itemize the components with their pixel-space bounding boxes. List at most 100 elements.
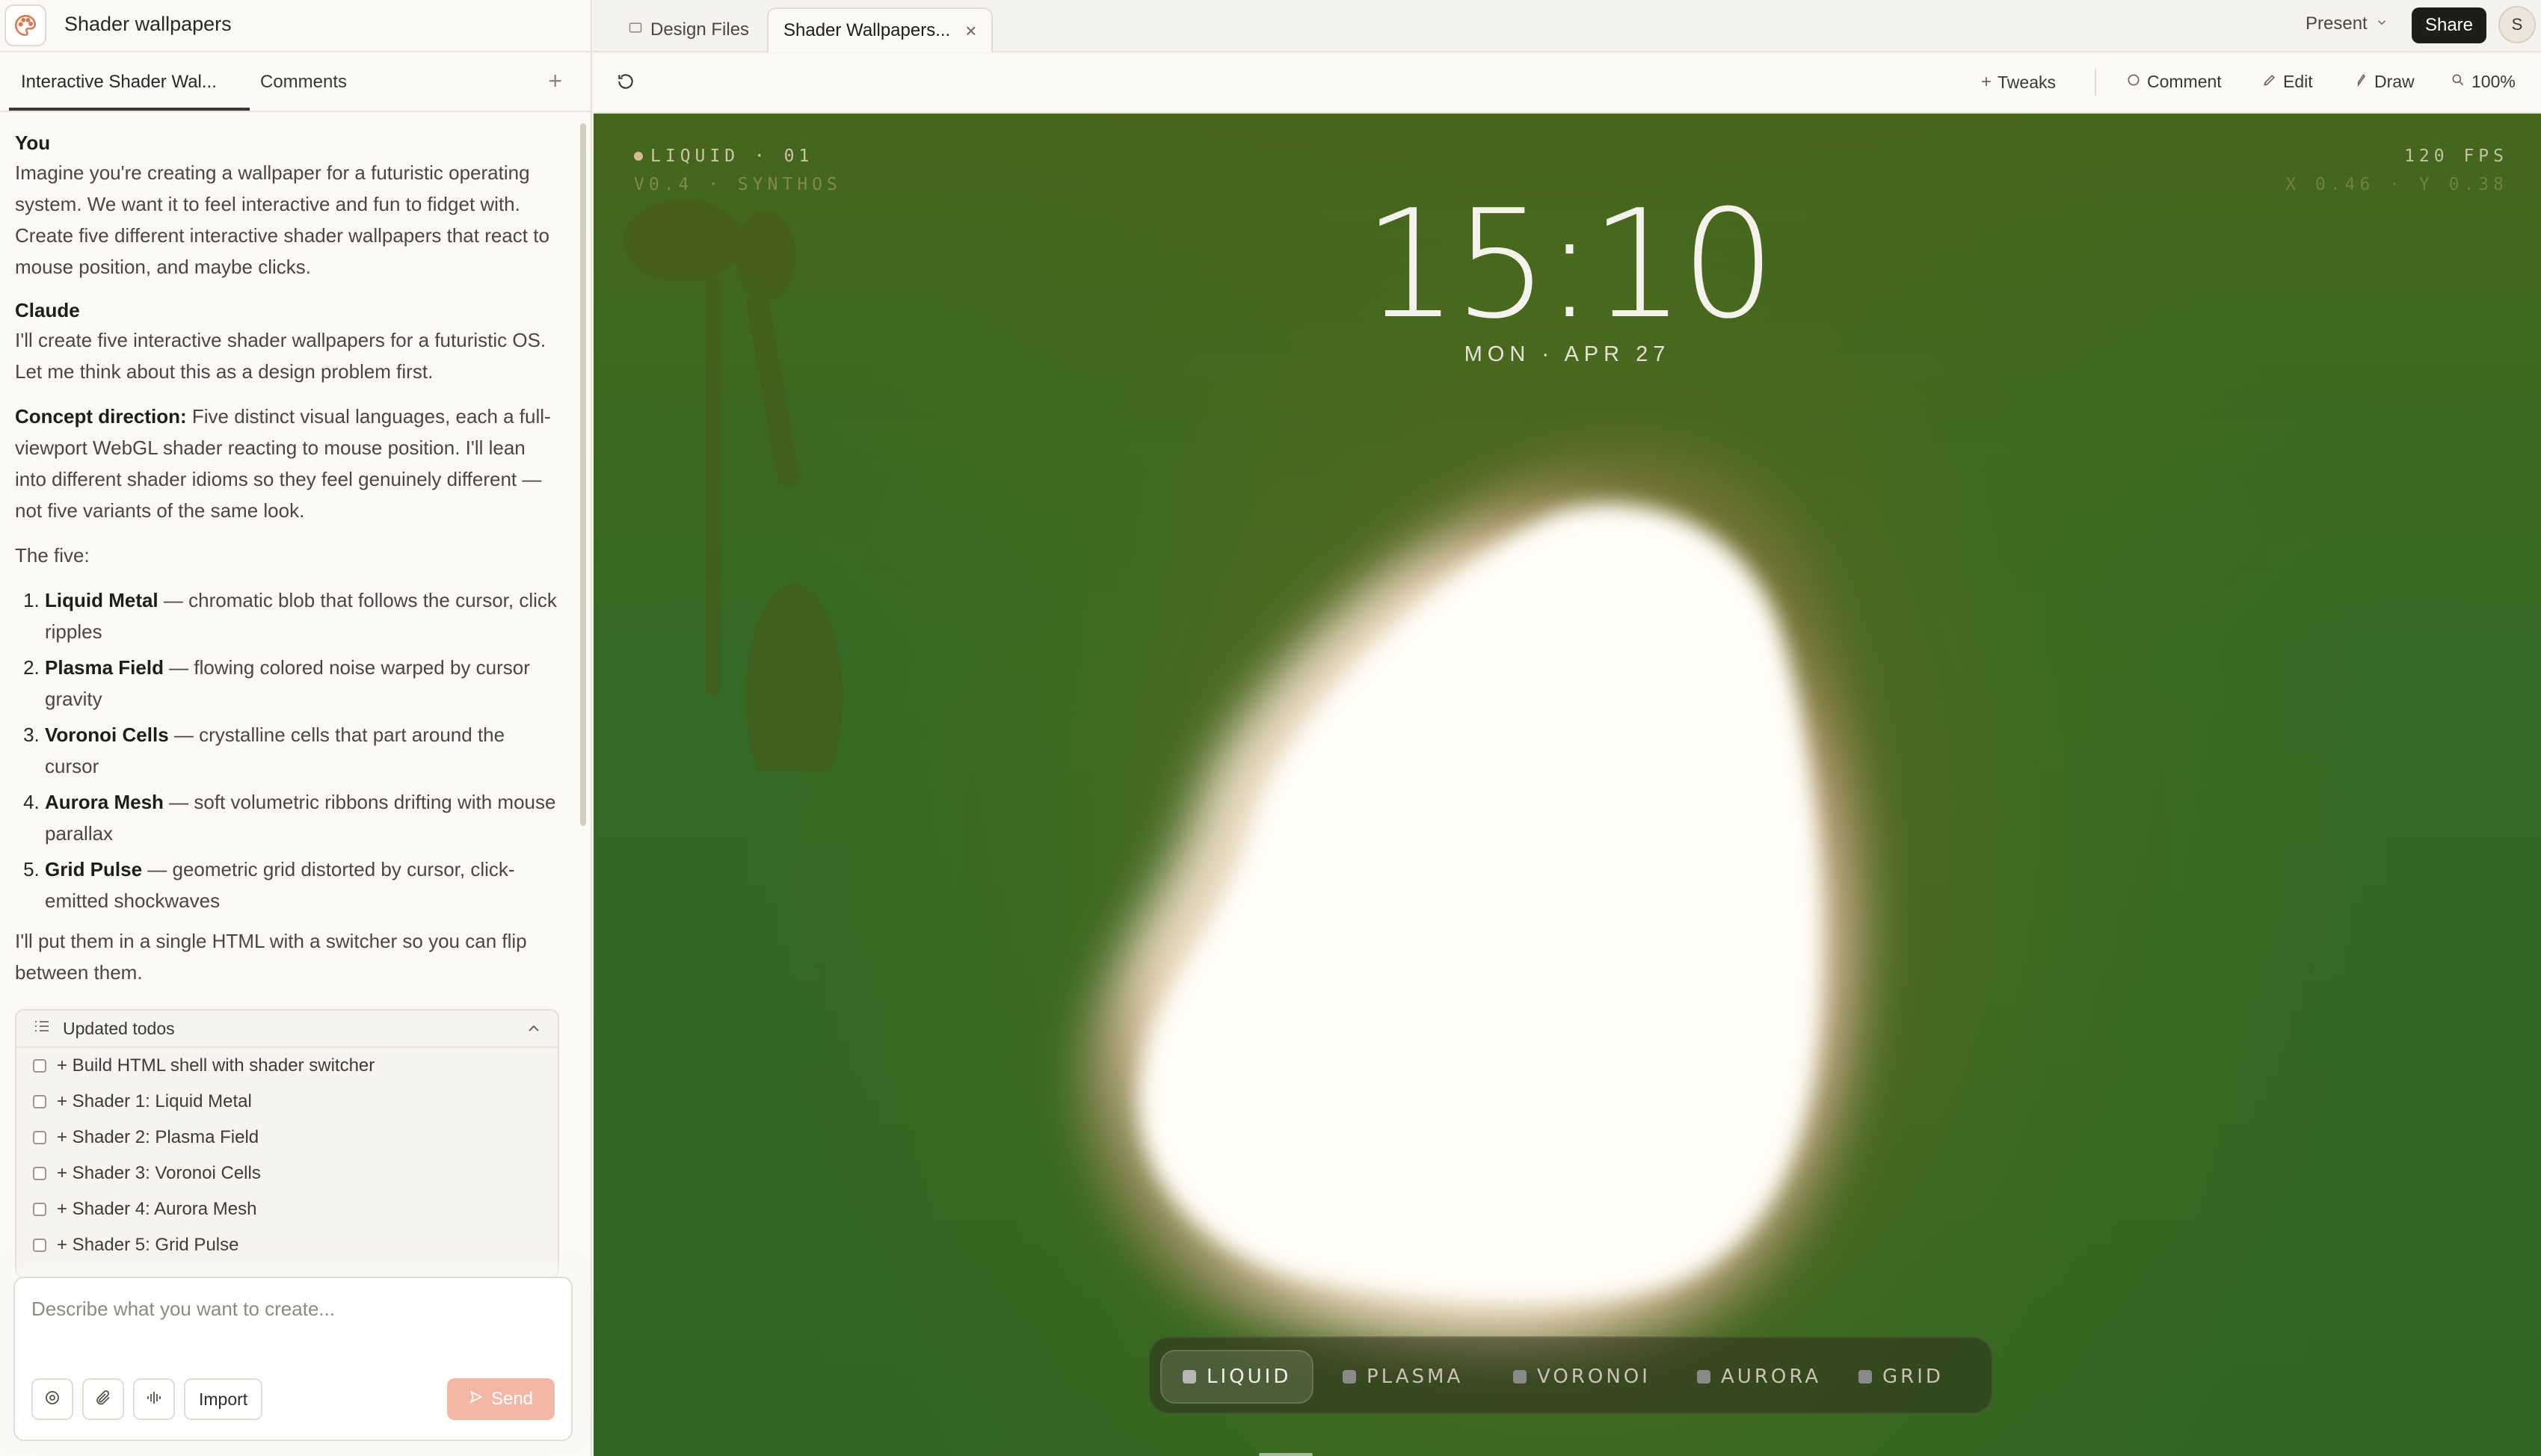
user-message: You Imagine you're creating a wallpaper … [15, 129, 561, 283]
project-title[interactable]: Shader wallpapers [64, 13, 232, 36]
voice-button[interactable] [133, 1378, 175, 1420]
switch-voronoi[interactable]: VORONOI [1492, 1350, 1672, 1404]
switch-grid[interactable]: GRID [1838, 1350, 1965, 1404]
tweaks-label: Tweaks [1998, 72, 2056, 92]
tab-shader-wallpapers[interactable]: Shader Wallpapers... × [767, 7, 994, 52]
liquid-swatch-icon [1183, 1370, 1196, 1383]
project-header: Shader wallpapers [0, 0, 591, 52]
tab-chat[interactable]: Interactive Shader Wal... [21, 72, 217, 93]
todo-checkbox[interactable] [33, 1059, 46, 1073]
send-label: Send [490, 1389, 534, 1409]
refresh-icon [616, 72, 635, 96]
close-icon[interactable]: × [965, 19, 976, 43]
todo-item[interactable]: + Shader 5: Grid Pulse [16, 1227, 558, 1263]
switch-label: PLASMA [1367, 1366, 1464, 1388]
switch-label: VORONOI [1537, 1366, 1651, 1388]
present-button[interactable]: Present [2306, 13, 2388, 34]
clock-date: MON · APR 27 [1464, 342, 1671, 366]
present-label: Present [2306, 13, 2368, 34]
list-item: Grid Pulse — geometric grid distorted by… [45, 854, 561, 916]
todo-label: + Build HTML shell with shader switcher [57, 1055, 375, 1076]
five-intro: The five: [15, 544, 90, 567]
tab-label: Shader Wallpapers... [783, 20, 951, 40]
todo-checkbox[interactable] [33, 1203, 46, 1216]
chat-transcript: You Imagine you're creating a wallpaper … [15, 129, 561, 988]
concept-paragraph: Concept direction: Five distinct visual … [15, 401, 561, 526]
switch-label: LIQUID [1207, 1366, 1292, 1388]
magnifier-icon [2451, 72, 2465, 92]
switch-aurora[interactable]: AURORA [1676, 1350, 1842, 1404]
import-button[interactable]: Import [184, 1378, 263, 1420]
aurora-swatch-icon [1697, 1370, 1710, 1383]
todo-checkbox[interactable] [33, 1131, 46, 1144]
draw-button[interactable]: Draw [2353, 72, 2415, 92]
todo-item[interactable]: + Build HTML shell with shader switcher [16, 1048, 558, 1084]
todo-label: + Shader 2: Plasma Field [57, 1127, 259, 1147]
todo-label: + Shader 5: Grid Pulse [57, 1235, 239, 1255]
prompt-input[interactable] [31, 1298, 555, 1321]
assistant-name: Claude [15, 299, 80, 321]
switch-label: AURORA [1721, 1366, 1822, 1388]
palette-icon[interactable] [4, 4, 46, 46]
target-icon [43, 1389, 61, 1410]
comment-label: Comment [2147, 72, 2222, 91]
todos-header[interactable]: Updated todos [16, 1011, 558, 1048]
clock-time: 15:10 [1363, 178, 1775, 352]
chevron-up-icon[interactable] [525, 1019, 543, 1042]
tweaks-button[interactable]: + Tweaks [1981, 72, 2056, 93]
list-check-icon [33, 1017, 51, 1040]
todos-card: Updated todos + Build HTML shell with sh… [15, 1009, 559, 1278]
chat-scrollbar[interactable] [580, 123, 586, 826]
shader-switcher: LIQUID PLASMA VORONOI AURORA GRID [1148, 1336, 1993, 1414]
user-message-text: Imagine you're creating a wallpaper for … [15, 161, 549, 278]
send-button[interactable]: Send [447, 1378, 555, 1420]
list-item: Liquid Metal — chromatic blob that follo… [45, 584, 561, 647]
canvas-toolbar: + Tweaks Comment Edit Draw 100% [594, 54, 2541, 114]
settings-button[interactable] [31, 1378, 73, 1420]
shader-name: Plasma Field [45, 656, 164, 679]
list-item: Aurora Mesh — soft volumetric ribbons dr… [45, 786, 561, 849]
draw-label: Draw [2374, 72, 2415, 91]
shader-preview[interactable]: LIQUID · 01 V0.4 · SYNTHOS 120 FPS X 0.4… [594, 114, 2541, 1456]
composer: Import Send [13, 1277, 573, 1441]
mode-label: LIQUID · 01 [634, 146, 813, 166]
todo-checkbox[interactable] [33, 1095, 46, 1108]
avatar[interactable]: S [2498, 6, 2536, 43]
zoom-label: 100% [2471, 72, 2516, 91]
todo-label: + Shader 3: Voronoi Cells [57, 1163, 261, 1183]
todo-checkbox[interactable] [33, 1167, 46, 1180]
edit-label: Edit [2283, 72, 2313, 91]
toolbar-divider [2095, 69, 2096, 96]
folder-icon [628, 19, 643, 40]
list-item: Plasma Field — flowing colored noise war… [45, 652, 561, 715]
chat-panel: Shader wallpapers Interactive Shader Wal… [0, 0, 592, 1456]
switch-liquid[interactable]: LIQUID [1160, 1350, 1314, 1404]
comment-icon [2126, 72, 2141, 92]
shader-name: Liquid Metal [45, 589, 158, 611]
todos-title: Updated todos [63, 1018, 175, 1038]
todo-checkbox[interactable] [33, 1238, 46, 1252]
add-tab-button[interactable]: + [548, 67, 562, 95]
attach-button[interactable] [82, 1378, 124, 1420]
comment-button[interactable]: Comment [2126, 72, 2222, 92]
assistant-message: Claude I'll create five interactive shad… [15, 296, 561, 387]
zoom-control[interactable]: 100% [2451, 72, 2516, 92]
switch-plasma[interactable]: PLASMA [1322, 1350, 1484, 1404]
concept-label: Concept direction: [15, 405, 187, 428]
share-button[interactable]: Share [2412, 7, 2486, 43]
closing-text: I'll put them in a single HTML with a sw… [15, 930, 527, 984]
assistant-intro: I'll create five interactive shader wall… [15, 329, 546, 383]
todo-item[interactable]: + Shader 1: Liquid Metal [16, 1084, 558, 1120]
todo-item[interactable]: + Shader 4: Aurora Mesh [16, 1191, 558, 1227]
reload-button[interactable] [616, 72, 635, 96]
todo-item[interactable]: + Shader 3: Voronoi Cells [16, 1156, 558, 1191]
edit-button[interactable]: Edit [2262, 72, 2313, 92]
bottom-indicator [1259, 1453, 1313, 1456]
switch-label: GRID [1882, 1366, 1944, 1388]
plus-icon: + [1981, 72, 1992, 92]
tab-design-files[interactable]: Design Files [613, 7, 764, 52]
mode-dot-icon [634, 152, 643, 161]
pen-icon [2353, 72, 2368, 92]
todo-item[interactable]: + Shader 2: Plasma Field [16, 1120, 558, 1156]
tab-comments[interactable]: Comments [260, 72, 347, 93]
